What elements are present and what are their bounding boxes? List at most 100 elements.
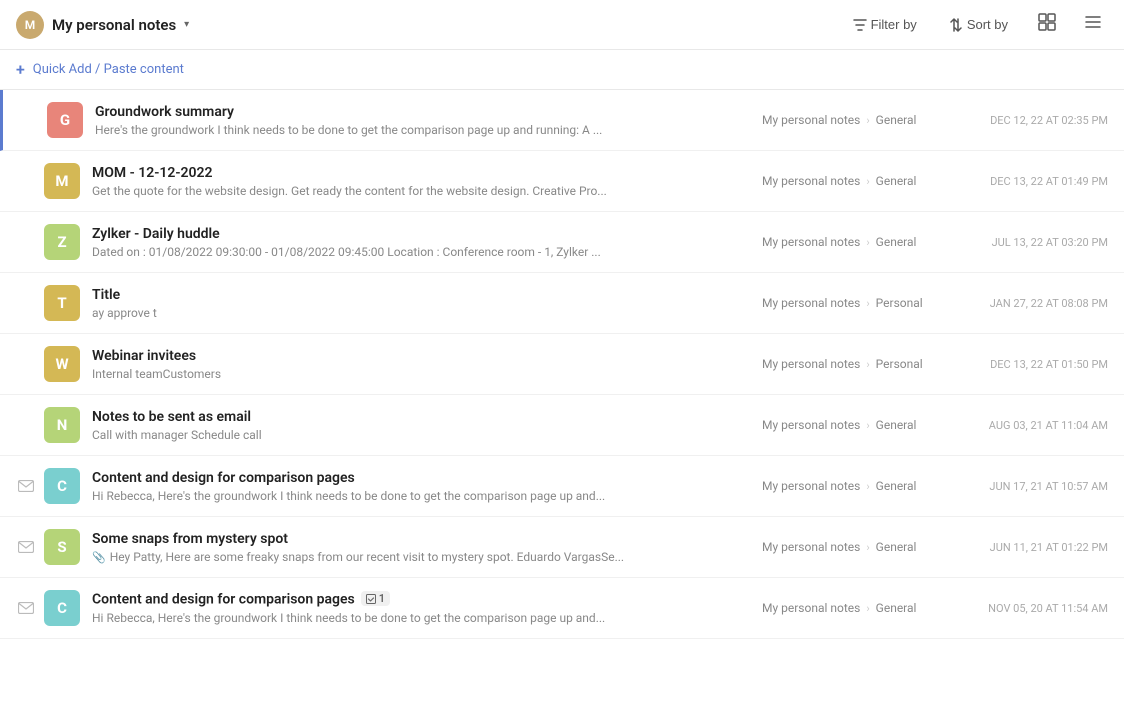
- note-preview: 📎Hey Patty, Here are some freaky snaps f…: [92, 550, 746, 564]
- note-title: Notes to be sent as email: [92, 409, 746, 425]
- note-meta: My personal notes › General: [762, 540, 962, 554]
- note-content: Groundwork summary Here's the groundwork…: [95, 104, 746, 137]
- note-date: AUG 03, 21 AT 11:04 AM: [978, 419, 1108, 432]
- note-tag: General: [876, 601, 917, 615]
- note-notebook: My personal notes: [762, 418, 860, 432]
- note-title: Title: [92, 287, 746, 303]
- note-tag: General: [876, 174, 917, 188]
- note-content: MOM - 12-12-2022 Get the quote for the w…: [92, 165, 746, 198]
- note-meta: My personal notes › Personal: [762, 357, 962, 371]
- note-date: JUN 11, 21 AT 01:22 PM: [978, 541, 1108, 554]
- note-avatar: M: [44, 163, 80, 199]
- header: M My personal notes ▾ Filter by Sort by: [0, 0, 1124, 50]
- note-tag: General: [876, 113, 917, 127]
- note-date: DEC 13, 22 AT 01:49 PM: [978, 175, 1108, 188]
- sort-label: Sort by: [967, 17, 1008, 32]
- note-item[interactable]: G Groundwork summary Here's the groundwo…: [0, 90, 1124, 151]
- note-preview: Hi Rebecca, Here's the groundwork I thin…: [92, 489, 746, 503]
- note-avatar: T: [44, 285, 80, 321]
- note-tag: General: [876, 479, 917, 493]
- note-preview: Internal teamCustomers: [92, 367, 746, 381]
- note-preview: Call with manager Schedule call: [92, 428, 746, 442]
- email-icon: [16, 602, 36, 614]
- note-avatar: W: [44, 346, 80, 382]
- note-tag: Personal: [876, 296, 923, 310]
- note-item[interactable]: Z Zylker - Daily huddle Dated on : 01/08…: [0, 212, 1124, 273]
- note-item[interactable]: N Notes to be sent as email Call with ma…: [0, 395, 1124, 456]
- note-notebook: My personal notes: [762, 235, 860, 249]
- header-right: Filter by Sort by: [845, 9, 1108, 40]
- note-content: Notes to be sent as email Call with mana…: [92, 409, 746, 442]
- note-notebook: My personal notes: [762, 113, 860, 127]
- note-meta: My personal notes › General: [762, 418, 962, 432]
- filter-button[interactable]: Filter by: [845, 13, 925, 36]
- note-notebook: My personal notes: [762, 174, 860, 188]
- note-title: Content and design for comparison pages: [92, 470, 746, 486]
- note-date: JUN 17, 21 AT 10:57 AM: [978, 480, 1108, 493]
- menu-button[interactable]: [1078, 9, 1108, 40]
- task-badge: 1: [361, 591, 390, 606]
- note-meta: My personal notes › Personal: [762, 296, 962, 310]
- note-item[interactable]: M MOM - 12-12-2022 Get the quote for the…: [0, 151, 1124, 212]
- note-tag: General: [876, 540, 917, 554]
- grid-view-button[interactable]: [1032, 9, 1062, 40]
- meta-arrow-icon: ›: [866, 541, 869, 554]
- note-date: JUL 13, 22 AT 03:20 PM: [978, 236, 1108, 249]
- filter-icon: [853, 18, 867, 32]
- sort-button[interactable]: Sort by: [941, 13, 1016, 36]
- note-preview: Dated on : 01/08/2022 09:30:00 - 01/08/2…: [92, 245, 746, 259]
- note-avatar: S: [44, 529, 80, 565]
- meta-arrow-icon: ›: [866, 480, 869, 493]
- note-notebook: My personal notes: [762, 357, 860, 371]
- notes-list: G Groundwork summary Here's the groundwo…: [0, 90, 1124, 704]
- note-title: Zylker - Daily huddle: [92, 226, 746, 242]
- note-notebook: My personal notes: [762, 601, 860, 615]
- note-notebook: My personal notes: [762, 479, 860, 493]
- note-date: NOV 05, 20 AT 11:54 AM: [978, 602, 1108, 615]
- note-avatar: C: [44, 590, 80, 626]
- note-content: Zylker - Daily huddle Dated on : 01/08/2…: [92, 226, 746, 259]
- note-meta: My personal notes › General: [762, 235, 962, 249]
- note-date: DEC 12, 22 AT 02:35 PM: [978, 114, 1108, 127]
- note-content: Content and design for comparison pages …: [92, 591, 746, 625]
- note-title: Some snaps from mystery spot: [92, 531, 746, 547]
- meta-arrow-icon: ›: [866, 175, 869, 188]
- note-title: Content and design for comparison pages …: [92, 591, 746, 608]
- quick-add-label: Quick Add / Paste content: [33, 62, 184, 77]
- note-notebook: My personal notes: [762, 296, 860, 310]
- meta-arrow-icon: ›: [866, 358, 869, 371]
- note-title: Webinar invitees: [92, 348, 746, 364]
- note-tag: General: [876, 235, 917, 249]
- chevron-down-icon[interactable]: ▾: [184, 19, 189, 30]
- note-tag: General: [876, 418, 917, 432]
- note-content: Content and design for comparison pages …: [92, 470, 746, 503]
- note-tag: Personal: [876, 357, 923, 371]
- note-meta: My personal notes › General: [762, 601, 962, 615]
- sort-icon: [949, 18, 963, 32]
- note-item[interactable]: C Content and design for comparison page…: [0, 456, 1124, 517]
- note-meta: My personal notes › General: [762, 113, 962, 127]
- note-item[interactable]: S Some snaps from mystery spot 📎Hey Patt…: [0, 517, 1124, 578]
- note-date: DEC 13, 22 AT 01:50 PM: [978, 358, 1108, 371]
- note-content: Webinar invitees Internal teamCustomers: [92, 348, 746, 381]
- email-icon: [16, 480, 36, 492]
- note-item[interactable]: W Webinar invitees Internal teamCustomer…: [0, 334, 1124, 395]
- note-preview: ay approve t: [92, 306, 746, 320]
- workspace-title: My personal notes: [52, 16, 176, 34]
- note-content: Some snaps from mystery spot 📎Hey Patty,…: [92, 531, 746, 564]
- meta-arrow-icon: ›: [866, 236, 869, 249]
- note-item[interactable]: T Title ay approve t My personal notes ›…: [0, 273, 1124, 334]
- avatar: M: [16, 11, 44, 39]
- note-title: MOM - 12-12-2022: [92, 165, 746, 181]
- note-title: Groundwork summary: [95, 104, 746, 120]
- note-notebook: My personal notes: [762, 540, 860, 554]
- email-icon: [16, 541, 36, 553]
- menu-icon: [1084, 13, 1102, 31]
- note-meta: My personal notes › General: [762, 479, 962, 493]
- quick-add-bar[interactable]: + Quick Add / Paste content: [0, 50, 1124, 90]
- grid-icon: [1038, 13, 1056, 31]
- meta-arrow-icon: ›: [866, 602, 869, 615]
- meta-arrow-icon: ›: [866, 114, 869, 127]
- note-item[interactable]: C Content and design for comparison page…: [0, 578, 1124, 639]
- note-preview: Get the quote for the website design. Ge…: [92, 184, 746, 198]
